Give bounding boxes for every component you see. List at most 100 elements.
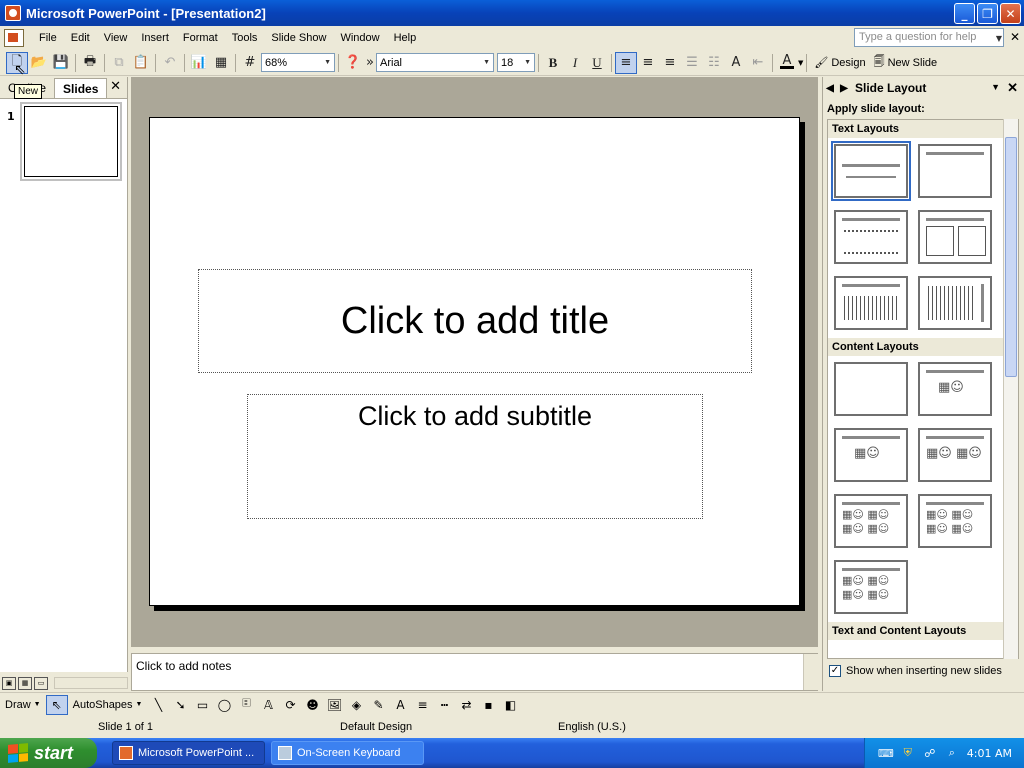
slide-show-view-icon[interactable]: ▭ <box>34 676 48 690</box>
open-folder-button[interactable]: 📂 <box>28 52 50 74</box>
minimize-button[interactable]: _ <box>954 3 975 24</box>
subtitle-placeholder[interactable]: Click to add subtitle <box>247 394 703 519</box>
design-button[interactable]: 🖌 Design <box>810 56 869 70</box>
dash-style-icon[interactable]: ┅ <box>433 695 455 715</box>
security-shield-icon[interactable]: ⛨ <box>901 746 915 760</box>
powerpoint-app-icon[interactable] <box>5 5 21 21</box>
task-pane-scrollbar[interactable] <box>1003 119 1018 659</box>
help-search-input[interactable]: Type a question for help <box>854 28 1004 47</box>
print-button[interactable]: 🖶 <box>79 52 101 74</box>
save-button[interactable]: 💾 <box>50 52 72 74</box>
layout-title-only[interactable] <box>918 144 992 198</box>
layout-title-two-over-content[interactable]: ▦☺ ▦☺ ▦☺ ▦☺ <box>918 494 992 548</box>
menu-format[interactable]: Format <box>176 32 225 44</box>
menu-slide-show[interactable]: Slide Show <box>264 32 333 44</box>
layout-title-content[interactable]: ▦☺ <box>834 428 908 482</box>
chevron-down-icon[interactable]: ▼ <box>991 82 1000 92</box>
underline-button[interactable]: U <box>586 52 608 74</box>
oval-icon[interactable]: ◯ <box>213 695 235 715</box>
title-placeholder[interactable]: Click to add title <box>198 269 752 373</box>
back-arrow-icon[interactable]: ◀ <box>823 83 837 94</box>
close-document-icon[interactable]: ✕ <box>1010 30 1020 44</box>
font-size-select[interactable]: 18 ▼ <box>497 53 535 72</box>
fill-color-icon[interactable]: ◈ <box>345 695 367 715</box>
font-color-icon[interactable]: A <box>389 695 411 715</box>
show-when-inserting-checkbox[interactable]: ✓ <box>829 665 841 677</box>
layout-vertical-title-text[interactable] <box>918 276 992 330</box>
wordart-icon[interactable]: 𝔸 <box>257 695 279 715</box>
layout-content[interactable]: ▦☺ <box>918 362 992 416</box>
help-assistant-icon[interactable]: ❓ <box>342 52 364 74</box>
diagram-icon[interactable]: ⟳ <box>279 695 301 715</box>
close-button[interactable]: ✕ <box>1000 3 1021 24</box>
layout-title-content-over-two[interactable]: ▦☺ ▦☺ ▦☺ ▦☺ <box>834 494 908 548</box>
layout-title-two-columns[interactable] <box>918 210 992 264</box>
3d-style-icon[interactable]: ◧ <box>499 695 521 715</box>
taskbar-on-screen-keyboard[interactable]: On-Screen Keyboard <box>271 741 424 765</box>
notes-input[interactable]: Click to add notes <box>131 653 818 691</box>
layout-title-two-content[interactable]: ▦☺ ▦☺ <box>918 428 992 482</box>
arrow-style-icon[interactable]: ⇄ <box>455 695 477 715</box>
chevron-down-icon[interactable]: ▼ <box>996 34 1002 43</box>
distribute-icon[interactable]: ☰ <box>681 52 703 74</box>
close-pane-icon[interactable]: ✕ <box>110 79 121 94</box>
network-icon[interactable]: ☍ <box>923 746 937 760</box>
line-style-icon[interactable]: ≡ <box>411 695 433 715</box>
menu-help[interactable]: Help <box>387 32 424 44</box>
menu-edit[interactable]: Edit <box>64 32 97 44</box>
zoom-select[interactable]: 68% ▼ <box>261 53 335 72</box>
undo-button[interactable]: ↶ <box>159 52 181 74</box>
increase-font-icon[interactable]: A <box>725 52 747 74</box>
search-icon[interactable]: ⌕ <box>945 746 959 760</box>
insert-picture-icon[interactable]: 🖼 <box>323 695 345 715</box>
clip-art-icon[interactable]: ☻ <box>301 695 323 715</box>
start-button[interactable]: start <box>0 738 97 768</box>
arrow-icon[interactable]: ➘ <box>169 695 191 715</box>
line-color-icon[interactable]: ✎ <box>367 695 389 715</box>
menu-tools[interactable]: Tools <box>225 32 265 44</box>
bullets-icon[interactable]: ☷ <box>703 52 725 74</box>
font-color-button[interactable]: A <box>776 52 798 74</box>
align-left-icon[interactable]: ≡ <box>615 51 637 74</box>
layout-title-four-content[interactable]: ▦☺ ▦☺ ▦☺ ▦☺ <box>834 560 908 614</box>
slide-sorter-view-icon[interactable]: ▦ <box>18 676 32 690</box>
taskbar-powerpoint[interactable]: Microsoft PowerPoint ... <box>112 741 265 765</box>
document-icon[interactable] <box>4 29 24 47</box>
forward-arrow-icon[interactable]: ▶ <box>837 83 851 94</box>
toolbar-options-icon[interactable]: » <box>364 52 376 74</box>
slide-thumbnail[interactable] <box>20 102 122 181</box>
menu-window[interactable]: Window <box>333 32 386 44</box>
layout-title-and-text[interactable] <box>834 210 908 264</box>
new-slide-button[interactable]: 🗐 New Slide <box>870 53 942 72</box>
autoshapes-menu-button[interactable]: AutoShapes ▼ <box>68 699 148 711</box>
layout-vertical-text[interactable] <box>834 276 908 330</box>
horizontal-scrollbar[interactable] <box>54 677 128 689</box>
decrease-indent-icon[interactable]: ⇤ <box>747 52 769 74</box>
font-select[interactable]: Arial ▼ <box>376 53 494 72</box>
copy-button[interactable]: ⧉ <box>108 52 130 74</box>
rectangle-icon[interactable]: ▭ <box>191 695 213 715</box>
bold-button[interactable]: B <box>542 52 564 74</box>
draw-menu-button[interactable]: Draw ▼ <box>0 699 46 711</box>
select-objects-icon[interactable]: ⇖ <box>45 694 68 715</box>
tab-slides[interactable]: Slides <box>54 78 108 98</box>
normal-view-icon[interactable]: ▣ <box>2 676 16 690</box>
close-task-pane-icon[interactable]: ✕ <box>1007 80 1018 96</box>
insert-table-icon[interactable]: ▦ <box>210 52 232 74</box>
text-box-icon[interactable]: 🗉 <box>235 695 257 715</box>
layout-title-slide[interactable] <box>831 141 911 201</box>
show-when-inserting-option[interactable]: ✓ Show when inserting new slides <box>829 665 1002 677</box>
menu-view[interactable]: View <box>97 32 135 44</box>
align-right-icon[interactable]: ≡ <box>659 52 681 74</box>
shadow-style-icon[interactable]: ▪ <box>477 695 499 715</box>
layout-blank[interactable] <box>834 362 908 416</box>
menu-file[interactable]: File <box>32 32 64 44</box>
italic-button[interactable]: I <box>564 52 586 74</box>
paste-button[interactable]: 📋 <box>130 52 152 74</box>
keyboard-tray-icon[interactable]: ⌨ <box>878 746 894 760</box>
grid-icon[interactable]: # <box>239 52 261 74</box>
restore-button[interactable]: ❐ <box>977 3 998 24</box>
chevron-down-icon[interactable]: ▼ <box>798 59 803 67</box>
notes-scrollbar[interactable] <box>803 654 818 690</box>
insert-chart-icon[interactable]: 📊 <box>188 52 210 74</box>
